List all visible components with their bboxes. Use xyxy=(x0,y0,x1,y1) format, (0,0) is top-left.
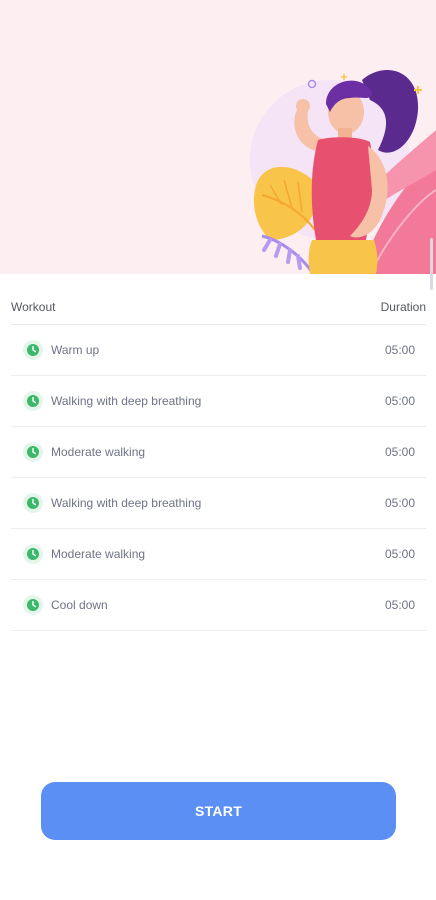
workout-row[interactable]: Walking with deep breathing 05:00 xyxy=(11,376,426,427)
clock-icon xyxy=(23,544,43,564)
workout-row[interactable]: Walking with deep breathing 05:00 xyxy=(11,478,426,529)
workout-column-header: Workout xyxy=(11,300,56,314)
clock-icon xyxy=(23,391,43,411)
workout-row[interactable]: Warm up 05:00 xyxy=(11,325,426,376)
workout-row[interactable]: Moderate walking 05:00 xyxy=(11,427,426,478)
workout-name: Cool down xyxy=(51,598,108,612)
workout-duration: 05:00 xyxy=(384,496,415,510)
clock-icon xyxy=(23,442,43,462)
woman-flexing-illustration xyxy=(250,70,436,274)
workout-duration: 05:00 xyxy=(384,445,415,459)
workout-duration: 05:00 xyxy=(384,343,415,357)
workout-list: Warm up 05:00 Walking with deep breathin… xyxy=(11,325,426,631)
clock-icon xyxy=(23,340,43,360)
workout-duration: 05:00 xyxy=(384,598,415,612)
workout-name: Warm up xyxy=(51,343,100,357)
table-header: Workout Duration xyxy=(11,296,426,325)
workout-duration: 05:00 xyxy=(384,547,415,561)
workout-name: Walking with deep breathing xyxy=(51,394,202,408)
scrollbar[interactable] xyxy=(430,238,433,290)
clock-icon xyxy=(23,493,43,513)
start-button[interactable]: START xyxy=(41,782,396,840)
clock-icon xyxy=(23,595,43,615)
hero-banner xyxy=(0,0,436,274)
duration-column-header: Duration xyxy=(380,300,426,314)
workout-row[interactable]: Moderate walking 05:00 xyxy=(11,529,426,580)
workout-name: Moderate walking xyxy=(51,547,146,561)
workout-duration: 05:00 xyxy=(384,394,415,408)
workout-name: Moderate walking xyxy=(51,445,146,459)
workout-name: Walking with deep breathing xyxy=(51,496,202,510)
workout-row[interactable]: Cool down 05:00 xyxy=(11,580,426,631)
